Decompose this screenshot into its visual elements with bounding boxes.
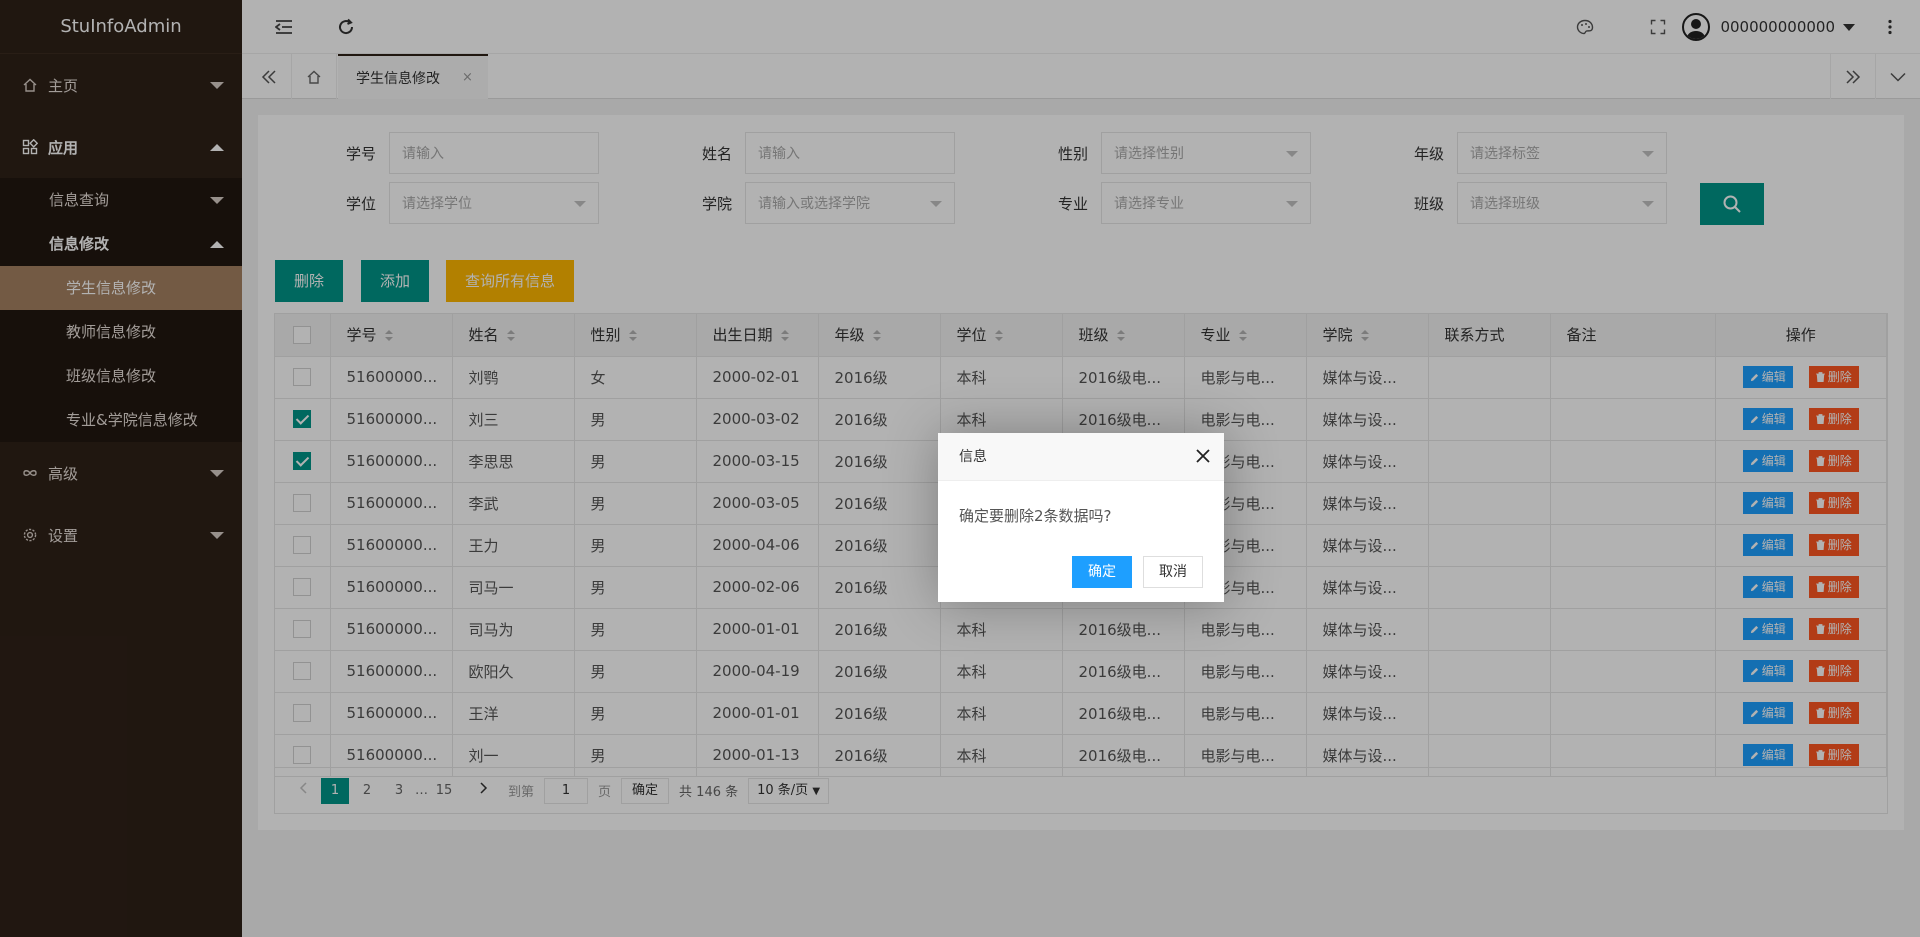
dialog-buttons: 确定 取消	[1061, 556, 1203, 588]
dialog-header: 信息	[938, 433, 1224, 481]
close-icon[interactable]	[1196, 433, 1210, 481]
dialog-title: 信息	[959, 449, 987, 465]
dialog-cancel-button[interactable]: 取消	[1143, 556, 1203, 588]
dialog-message: 确定要删除2条数据吗?	[959, 507, 1112, 525]
dialog-ok-button[interactable]: 确定	[1072, 556, 1132, 588]
confirm-dialog: 信息 确定要删除2条数据吗? 确定 取消	[938, 433, 1224, 602]
